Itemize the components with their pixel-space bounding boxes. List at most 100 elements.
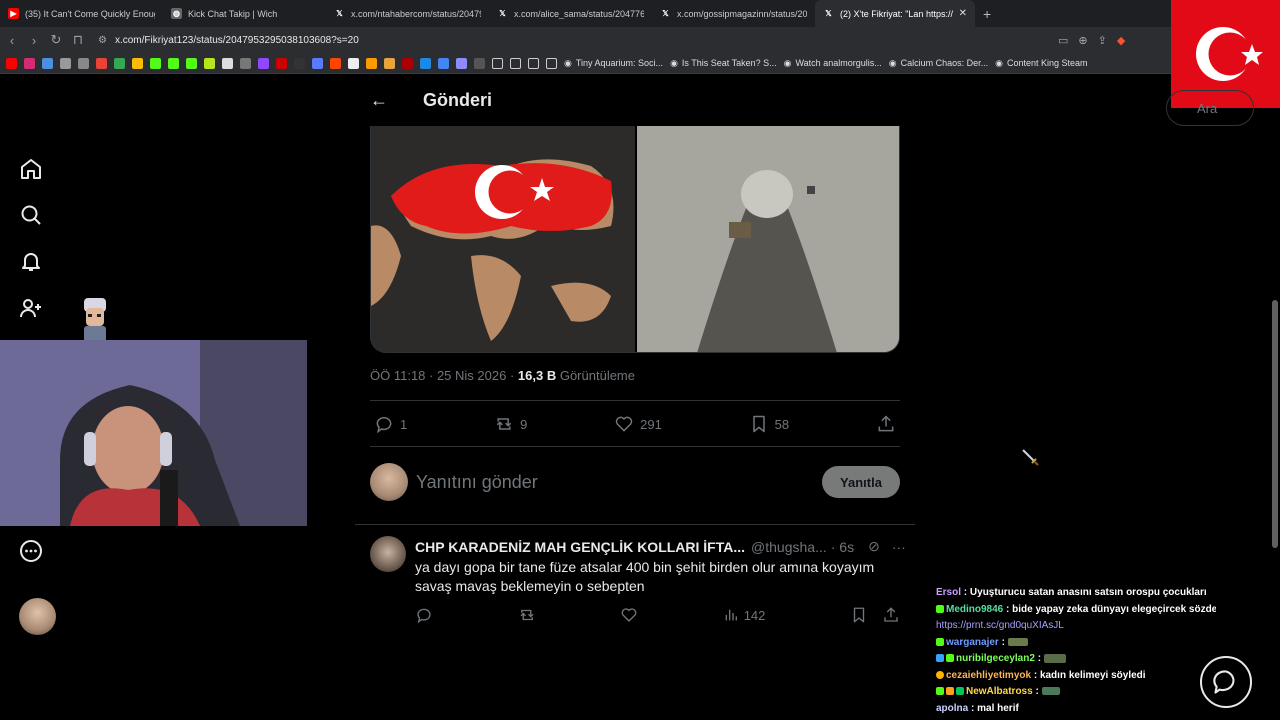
bookmark-icon[interactable] [24,57,35,69]
bookmark-link[interactable]: ◉ Watch analmorgulis... [784,58,882,69]
bookmark-icon[interactable] [240,57,251,69]
bookmark-icon[interactable] [60,57,71,69]
reply-author-handle[interactable]: @thugsha... [751,539,827,555]
avatar[interactable] [370,536,406,572]
browser-tab[interactable]: ▶ (35) It Can't Come Quickly Enough - [0,0,163,27]
chat-link[interactable]: https://prnt.sc/gnd0quXIAsJL [936,618,1216,635]
reply-icon[interactable] [415,606,433,624]
bookmark-icon[interactable] [258,57,269,69]
amazon-icon[interactable] [366,57,377,69]
reply-author-name[interactable]: CHP KARADENİZ MAH GENÇLİK KOLLARI İFTA..… [415,539,745,555]
youtube-icon: ▶ [8,8,19,19]
kick-icon[interactable] [168,57,179,69]
bookmark-icon[interactable] [456,57,467,69]
bell-icon[interactable] [19,249,43,273]
bookmark-icon[interactable] [850,606,868,624]
x-icon[interactable] [294,57,305,69]
bookmark-link[interactable]: ◉ Calcium Chaos: Der... [889,58,988,69]
chat-message: Medino9846 : bide yapay zeka dünyayı ele… [936,602,1216,619]
share-button[interactable] [876,414,896,434]
browser-tab[interactable]: ◍ Kick Chat Takip | Wich [163,0,326,27]
share-icon[interactable]: ⇪ [1098,34,1107,47]
reddit-icon[interactable] [330,57,341,69]
new-tab-button[interactable]: + [975,6,999,22]
folder-icon[interactable] [510,57,521,69]
reply-submit-button[interactable]: Yanıtla [822,466,900,498]
bookmark-link[interactable]: ◉ Content King Steam [995,58,1087,69]
bookmark-icon[interactable] [78,57,89,69]
kick-badge-icon [936,637,944,646]
views-button[interactable]: 142 [723,607,765,623]
search-input[interactable]: Ara [1166,90,1254,126]
like-button[interactable]: 291 [614,414,662,434]
globe-icon: ◍ [171,8,182,19]
browser-tab-bar: ▶ (35) It Can't Come Quickly Enough - ◍ Ki… [0,0,1280,27]
folder-icon[interactable] [528,57,539,69]
bookmark-icon[interactable] [438,57,449,69]
add-user-icon[interactable] [19,296,43,320]
heart-icon [615,416,633,432]
zoom-icon[interactable]: ⊕ [1078,34,1087,47]
bookmark-icon[interactable] [204,57,215,69]
forward-icon[interactable]: › [24,33,44,48]
folder-icon[interactable] [492,57,503,69]
avatar[interactable] [19,598,56,635]
browser-tab[interactable]: 𝕏x.com/gossipmagazinn/status/2047 [652,0,815,27]
browser-tab[interactable]: 𝕏x.com/ntahabercom/status/204795 [326,0,489,27]
search-icon[interactable] [19,203,43,227]
url-field[interactable]: ⚙ x.com/Fikriyat123/status/2047953295038… [98,30,968,50]
bookmark-icon[interactable] [6,57,17,69]
heart-icon[interactable] [620,606,638,624]
bookmark-button[interactable]: 58 [749,414,789,434]
bookmark-link[interactable]: ◉ Is This Seat Taken? S... [670,58,777,69]
kick-icon[interactable] [150,57,161,69]
bookmark-icon[interactable] [114,57,125,69]
kick-badge-icon [936,604,944,613]
tweet-media[interactable] [370,126,900,353]
retweet-button[interactable]: 9 [494,414,527,434]
reply-button[interactable]: 1 [374,414,407,434]
map-image[interactable] [371,126,635,352]
browser-tab-active[interactable]: 𝕏 (2) X'te Fikriyat: "Lan https://t ✕ [815,0,975,27]
reply-time[interactable]: · 6s [831,539,854,555]
bookmark-icon[interactable] [420,57,431,69]
back-arrow-icon[interactable]: ← [355,90,403,111]
home-icon[interactable] [19,157,43,181]
bookmark-icon[interactable] [276,57,287,69]
scrollbar[interactable] [1272,300,1278,548]
close-icon[interactable]: ✕ [959,8,967,19]
more-icon[interactable] [19,539,43,563]
reply-input[interactable]: Yanıtını gönder [416,472,822,493]
bookmark-icon[interactable] [402,57,413,69]
site-settings-icon[interactable]: ⚙ [98,35,107,46]
bookmark-icon[interactable] [42,57,53,69]
tunnel-image[interactable] [637,126,899,352]
bookmark-icon[interactable]: ⊓ [68,32,88,48]
share-icon[interactable] [882,606,900,624]
more-options-icon[interactable]: ··· [892,539,906,555]
emote-icon [1007,637,1028,646]
browser-tab[interactable]: 𝕏x.com/alice_sama/status/20477689 [489,0,652,27]
chat-bubble-button[interactable] [1200,656,1252,708]
bookmark-icon[interactable] [96,57,107,69]
bookmark-icon[interactable] [222,57,233,69]
bookmark-icon[interactable] [384,57,395,69]
tweet-meta: ÖÖ 11:18 · 25 Nis 2026 · 16,3 B Görüntül… [370,368,635,383]
bookmark-link[interactable]: ◉ Tiny Aquarium: Soci... [564,58,663,69]
bookmark-icon[interactable] [132,57,143,69]
reload-icon[interactable]: ↻ [46,32,66,48]
folder-icon[interactable] [546,57,557,69]
bookmark-icon[interactable] [348,57,359,69]
retweet-icon[interactable] [518,606,536,624]
grok-icon[interactable]: ⊘ [868,538,880,555]
avatar[interactable] [370,463,408,501]
cast-icon[interactable]: ▭ [1058,34,1068,47]
tweet-actions: 1 9 291 58 [370,410,900,438]
chat-message: Ersol : Uyuşturucu satan anasını satsın … [936,587,1207,598]
retweet-icon [496,418,512,430]
brave-shield-icon[interactable]: ◆ [1117,34,1125,47]
bookmark-icon[interactable] [474,57,485,69]
kick-icon[interactable] [186,57,197,69]
back-icon[interactable]: ‹ [2,33,22,48]
bookmark-icon[interactable] [312,57,323,69]
